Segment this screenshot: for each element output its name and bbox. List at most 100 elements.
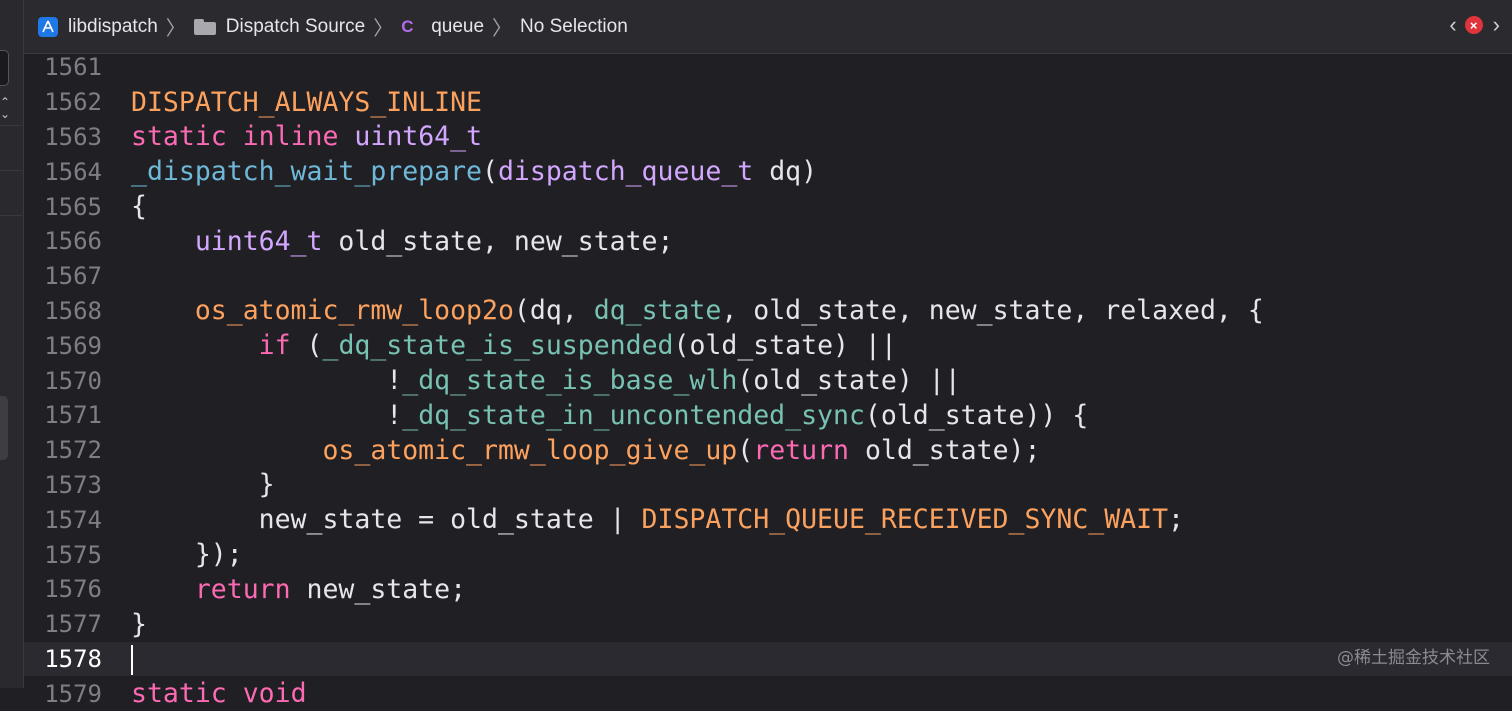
code-token: ; [1168, 504, 1184, 535]
line-number: 1575 [24, 541, 102, 569]
xcode-project-icon [38, 17, 58, 37]
code-token: _dq_state_is_base_wlh [402, 365, 737, 396]
breadcrumb-selection-label: No Selection [520, 16, 628, 38]
code-token: }); [131, 539, 243, 570]
line-number: 1576 [24, 575, 102, 603]
line-number: 1571 [24, 401, 102, 429]
code-token: ( [482, 156, 498, 187]
code-token: ( [291, 330, 323, 361]
sidebar-scroll-handle[interactable] [0, 396, 8, 460]
code-token: DISPATCH_ALWAYS_INLINE [131, 87, 482, 118]
breadcrumb-file[interactable]: C queue [401, 16, 484, 38]
code-token [338, 121, 354, 152]
jump-bar: libdispatch 〉 Dispatch Source 〉 C queue … [24, 0, 1512, 54]
line-number: 1570 [24, 367, 102, 395]
code-line[interactable]: 1569 if (_dq_state_is_suspended(old_stat… [24, 328, 1512, 363]
code-token: return [195, 574, 291, 605]
code-line[interactable]: 1578 [24, 642, 1512, 677]
code-line[interactable]: 1574 new_state = old_state | DISPATCH_QU… [24, 502, 1512, 537]
code-token: _dispatch_wait_prepare [131, 156, 482, 187]
code-token [131, 330, 259, 361]
text-cursor [131, 645, 133, 675]
code-text [131, 643, 133, 675]
code-token: } [131, 609, 147, 640]
code-token: (old_state) || [673, 330, 896, 361]
code-token: new_state; [291, 574, 467, 605]
code-token: return [753, 435, 849, 466]
code-token: dispatch_queue_t [498, 156, 753, 187]
code-token: (old_state)) { [865, 400, 1088, 431]
chevron-left-icon[interactable]: ‹ [1449, 14, 1456, 36]
navigator-sidebar-edge: ⌃⌄ [0, 0, 24, 688]
code-token: void [243, 678, 307, 709]
code-text: os_atomic_rmw_loop2o(dq, dq_state, old_s… [131, 295, 1264, 326]
code-text: _dispatch_wait_prepare(dispatch_queue_t … [131, 156, 817, 187]
code-text: static inline uint64_t [131, 121, 482, 152]
code-line[interactable]: 1562 DISPATCH_ALWAYS_INLINE [24, 85, 1512, 120]
sidebar-divider [0, 125, 22, 126]
code-token: dq_state [594, 295, 722, 326]
sidebar-collapsed-control[interactable] [0, 50, 9, 86]
code-text: DISPATCH_ALWAYS_INLINE [131, 87, 482, 118]
code-line[interactable]: 1563static inline uint64_t [24, 120, 1512, 155]
breadcrumb-project[interactable]: libdispatch [38, 16, 158, 38]
line-number: 1574 [24, 506, 102, 534]
code-line[interactable]: 1565{ [24, 189, 1512, 224]
code-token: static [131, 121, 227, 152]
line-number: 1562 [24, 88, 102, 116]
line-number: 1579 [24, 680, 102, 708]
code-token: DISPATCH_QUEUE_RECEIVED_SYNC_WAIT [642, 504, 1169, 535]
code-line[interactable]: 1566 uint64_t old_state, new_state; [24, 224, 1512, 259]
breadcrumb-file-label: queue [431, 16, 484, 38]
breadcrumb-selection[interactable]: No Selection [520, 16, 628, 38]
code-token: , old_state, new_state, relaxed, { [721, 295, 1263, 326]
code-line[interactable]: 1577} [24, 607, 1512, 642]
code-line[interactable]: 1571 !_dq_state_in_uncontended_sync(old_… [24, 398, 1512, 433]
line-number: 1577 [24, 610, 102, 638]
code-token: uint64_t [354, 121, 482, 152]
code-token: inline [243, 121, 339, 152]
line-number: 1566 [24, 227, 102, 255]
breadcrumb-folder[interactable]: Dispatch Source [194, 16, 365, 38]
sidebar-divider [0, 170, 22, 171]
code-line[interactable]: 1572 os_atomic_rmw_loop_give_up(return o… [24, 433, 1512, 468]
folder-icon [194, 19, 216, 35]
chevron-right-icon: 〉 [373, 12, 393, 41]
code-token: { [131, 191, 147, 222]
code-text: static void [131, 678, 307, 709]
code-text: os_atomic_rmw_loop_give_up(return old_st… [131, 435, 1040, 466]
code-text: } [131, 609, 147, 640]
code-line[interactable]: 1568 os_atomic_rmw_loop2o(dq, dq_state, … [24, 294, 1512, 329]
code-text: !_dq_state_is_base_wlh(old_state) || [131, 365, 961, 396]
chevron-right-nav-icon[interactable]: › [1493, 14, 1500, 36]
error-close-icon[interactable]: × [1465, 16, 1483, 34]
code-line[interactable]: 1575 }); [24, 537, 1512, 572]
code-line[interactable]: 1561 [24, 50, 1512, 85]
chevron-right-icon: 〉 [166, 12, 186, 41]
line-number: 1564 [24, 158, 102, 186]
code-line[interactable]: 1567 [24, 259, 1512, 294]
code-line[interactable]: 1576 return new_state; [24, 572, 1512, 607]
code-token: old_state); [849, 435, 1040, 466]
watermark: @稀土掘金技术社区 [1337, 643, 1490, 668]
code-token: old_state, new_state; [322, 226, 673, 257]
code-text: }); [131, 539, 243, 570]
code-token: ( [737, 435, 753, 466]
code-text: new_state = old_state | DISPATCH_QUEUE_R… [131, 504, 1184, 535]
code-token: _dq_state_is_suspended [322, 330, 673, 361]
code-text: !_dq_state_in_uncontended_sync(old_state… [131, 400, 1088, 431]
chevron-up-down-icon[interactable]: ⌃⌄ [0, 96, 10, 120]
code-line[interactable]: 1573 } [24, 468, 1512, 503]
code-token: static [131, 678, 227, 709]
chevron-right-icon: 〉 [492, 12, 512, 41]
code-token: } [131, 469, 275, 500]
code-line[interactable]: 1579 static void [24, 676, 1512, 711]
code-token [131, 295, 195, 326]
code-text: { [131, 191, 147, 222]
code-line[interactable]: 1570 !_dq_state_is_base_wlh(old_state) |… [24, 363, 1512, 398]
code-text: } [131, 469, 275, 500]
code-editor[interactable]: 15611562DISPATCH_ALWAYS_INLINE1563static… [24, 54, 1512, 688]
code-line[interactable]: 1564 _dispatch_wait_prepare(dispatch_queu… [24, 154, 1512, 189]
code-token: os_atomic_rmw_loop_give_up [322, 435, 737, 466]
code-token: ! [131, 365, 402, 396]
